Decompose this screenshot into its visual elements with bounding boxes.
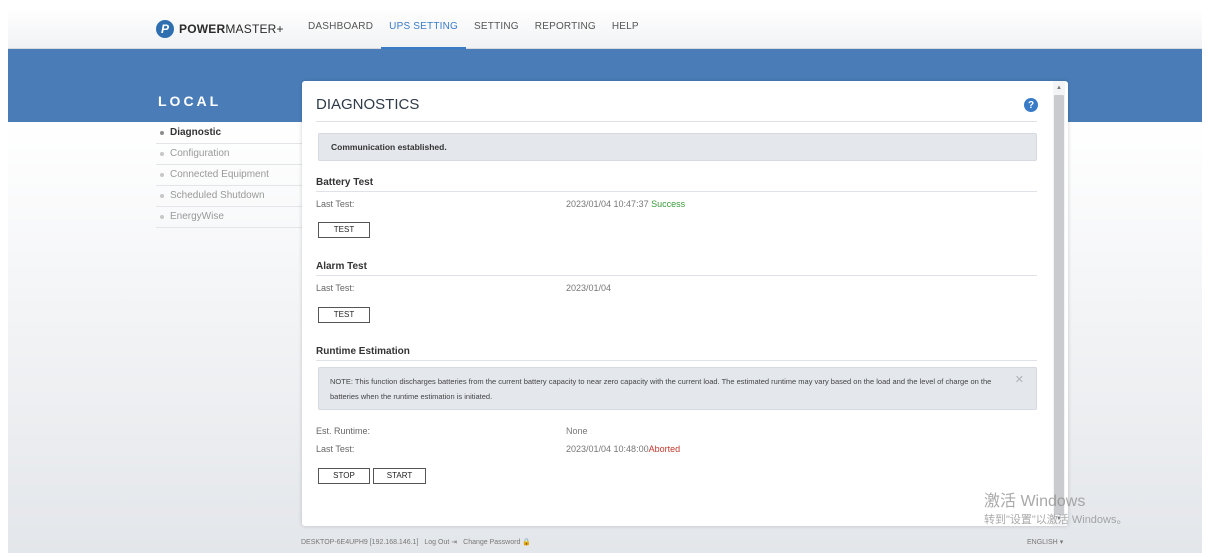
brand-name: POWERMASTER+ (179, 22, 284, 36)
battery-test-button[interactable]: TEST (318, 222, 370, 238)
sidebar-item-label: Connected Equipment (170, 169, 269, 180)
runtime-note: NOTE: This function discharges batteries… (318, 367, 1037, 410)
sidebar-item-diagnostic[interactable]: Diagnostic (156, 123, 302, 144)
logout-icon: ⇥ (451, 539, 458, 546)
alarm-last-test-value: 2023/01/04 (566, 283, 612, 293)
runtime-last-test-label: Last Test: (316, 444, 355, 454)
diagnostics-panel: DIAGNOSTICS ? Communication established.… (302, 81, 1068, 526)
powermaster-logo-icon: P (156, 20, 174, 38)
scrollbar-thumb[interactable] (1054, 95, 1064, 515)
runtime-note-text: NOTE: This function discharges batteries… (330, 377, 992, 401)
sidebar-item-label: Scheduled Shutdown (170, 190, 265, 201)
main-nav-tabs: DASHBOARD UPS SETTING SETTING REPORTING … (300, 8, 647, 49)
alarm-test-button[interactable]: TEST (318, 307, 370, 323)
change-password-link[interactable]: Change Password 🔒 (463, 538, 531, 546)
host-info: DESKTOP-6E4UPH9 [192.168.146.1] (301, 538, 419, 546)
runtime-test-status: Aborted (648, 444, 681, 454)
brand-name-rest: MASTER+ (225, 22, 284, 36)
alarm-test-heading: Alarm Test (316, 261, 367, 272)
divider (316, 275, 1037, 276)
help-icon[interactable]: ? (1024, 98, 1038, 112)
language-selector[interactable]: ENGLISH ▾ (1027, 538, 1063, 546)
stop-button[interactable]: STOP (318, 468, 370, 484)
nav-tab-ups-setting[interactable]: UPS SETTING (381, 8, 467, 49)
nav-tab-dashboard[interactable]: DASHBOARD (300, 8, 381, 49)
bullet-icon (160, 152, 164, 156)
logout-link[interactable]: Log Out ⇥ (424, 538, 457, 546)
sidebar-title: LOCAL (158, 93, 222, 109)
est-runtime-label: Est. Runtime: (316, 426, 371, 436)
sidebar-item-scheduled-shutdown[interactable]: Scheduled Shutdown (156, 186, 302, 207)
sidebar-item-energywise[interactable]: EnergyWise (156, 207, 302, 228)
top-strip (0, 0, 1210, 8)
sidebar-item-label: EnergyWise (170, 211, 224, 222)
change-password-label: Change Password (463, 539, 521, 546)
divider (316, 121, 1037, 122)
bullet-icon (160, 194, 164, 198)
logout-label: Log Out (424, 539, 450, 546)
language-label: ENGLISH (1027, 539, 1058, 546)
powermaster-logo[interactable]: P POWERMASTER+ (156, 19, 284, 39)
chevron-down-icon: ▾ (1059, 539, 1064, 546)
activation-watermark-subtitle: 转到"设置"以激活 Windows。 (984, 514, 1128, 526)
battery-last-test-label: Last Test: (316, 199, 355, 209)
bullet-icon (160, 173, 164, 177)
sidebar-item-configuration[interactable]: Configuration (156, 144, 302, 165)
communication-status-message: Communication established. (318, 133, 1037, 161)
top-navbar: P POWERMASTER+ DASHBOARD UPS SETTING SET… (8, 8, 1202, 49)
lock-icon: 🔒 (522, 539, 532, 546)
close-icon[interactable]: ✕ (1015, 373, 1024, 388)
footer: DESKTOP-6E4UPH9 [192.168.146.1] Log Out … (301, 538, 531, 547)
battery-last-test-value: 2023/01/04 10:47:37 Success (566, 199, 685, 209)
runtime-last-test-value: 2023/01/04 10:48:00Aborted (566, 444, 680, 454)
scroll-up-icon[interactable]: ▲ (1053, 82, 1065, 94)
nav-tab-setting[interactable]: SETTING (466, 8, 527, 49)
start-button[interactable]: START (373, 468, 426, 484)
bullet-icon (160, 131, 164, 135)
battery-last-test-time: 2023/01/04 10:47:37 (566, 199, 649, 209)
sidebar-item-label: Configuration (170, 148, 230, 159)
nav-tab-help[interactable]: HELP (604, 8, 647, 49)
battery-test-heading: Battery Test (316, 177, 374, 188)
alarm-last-test-label: Last Test: (316, 283, 355, 293)
est-runtime-value: None (566, 426, 588, 436)
divider (316, 360, 1037, 361)
runtime-estimation-heading: Runtime Estimation (316, 346, 410, 357)
sidebar-item-connected-equipment[interactable]: Connected Equipment (156, 165, 302, 186)
page-title: DIAGNOSTICS (316, 96, 420, 113)
battery-test-status: Success (651, 199, 686, 209)
sidebar-menu: Diagnostic Configuration Connected Equip… (156, 123, 302, 228)
brand-name-bold: POWER (179, 22, 226, 36)
activation-watermark-title: 激活 Windows (984, 493, 1086, 510)
sidebar-item-label: Diagnostic (170, 127, 222, 138)
runtime-last-test-time: 2023/01/04 10:48:00 (566, 444, 649, 454)
divider (316, 191, 1037, 192)
bullet-icon (160, 215, 164, 219)
nav-tab-reporting[interactable]: REPORTING (527, 8, 604, 49)
